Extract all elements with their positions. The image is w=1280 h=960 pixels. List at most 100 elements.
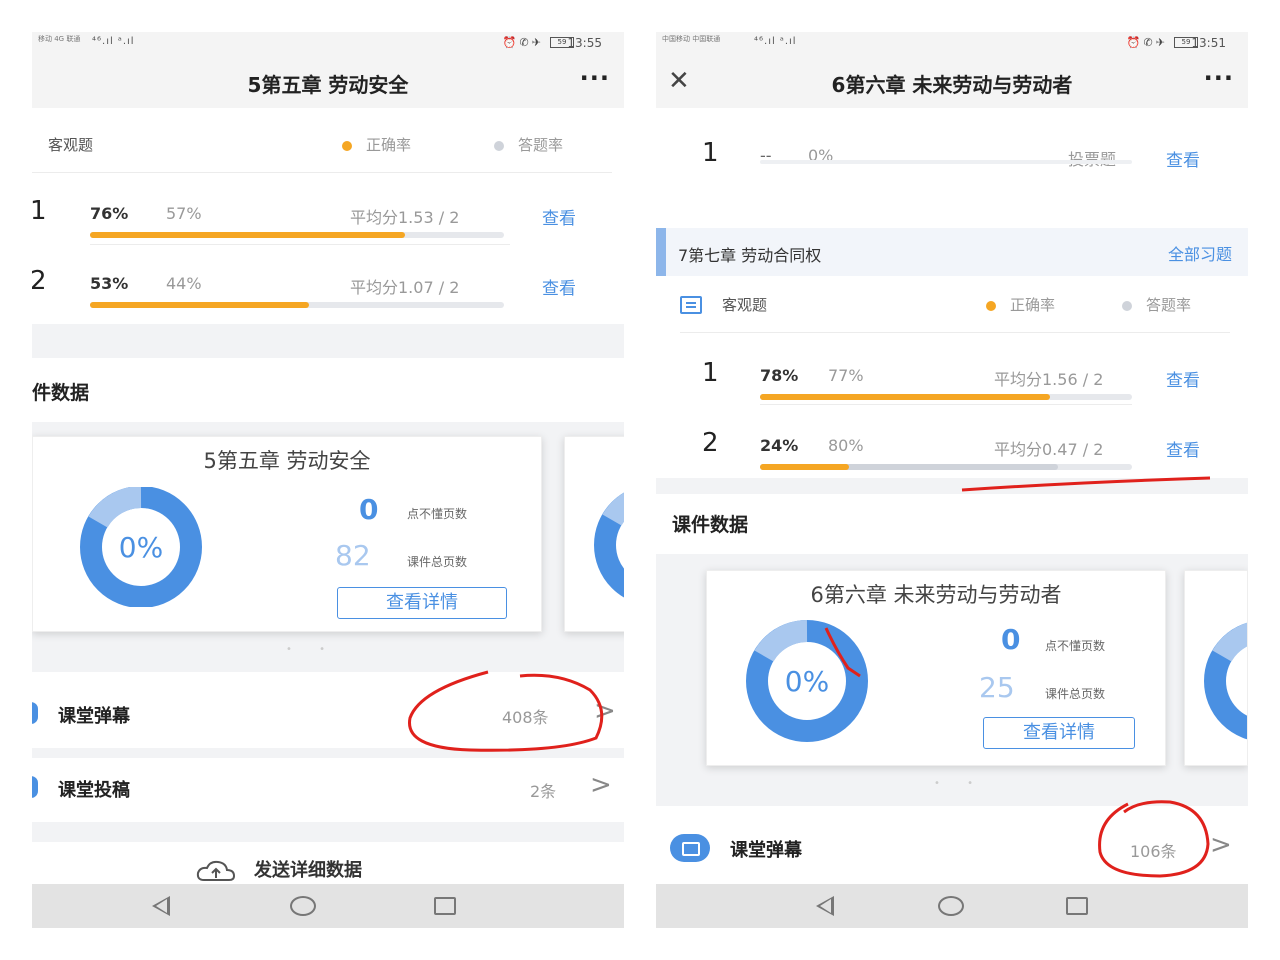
courseware-card[interactable]: 5第五章 劳动安全 0% 0 点不懂页数 82 课件总页数 查看详情 bbox=[32, 436, 542, 632]
send-data-row[interactable]: 发送详细数据 bbox=[32, 848, 624, 888]
view-details-button[interactable]: 查看详情 bbox=[337, 587, 507, 619]
card-title: 5第五章 劳动安全 bbox=[203, 449, 371, 473]
view-link[interactable]: 查看 bbox=[542, 274, 576, 299]
correct-rate: 76% bbox=[90, 204, 129, 223]
objective-header: 客观题 正确率 答题率 bbox=[32, 124, 624, 164]
divider bbox=[680, 332, 1230, 333]
question-number: 1 bbox=[702, 358, 719, 388]
progress-track bbox=[760, 160, 1132, 164]
recent-apps-icon[interactable] bbox=[434, 897, 456, 915]
courseware-card[interactable]: 6第六章 未来劳动与劳动者 0% 0 点不懂页数 25 课件总页数 查看详情 bbox=[706, 570, 1166, 766]
chapter-header: 7第七章 劳动合同权 全部习题 bbox=[656, 228, 1248, 276]
danmu-icon bbox=[670, 834, 710, 862]
legend-correct: 正确率 bbox=[986, 294, 1055, 315]
list-item-tougao[interactable]: 课堂投稿 2条 > bbox=[32, 758, 624, 818]
objective-label: 客观题 bbox=[722, 296, 768, 314]
title-bar: ✕ 6第六章 未来劳动与劳动者 ··· bbox=[656, 54, 1248, 108]
status-time: 13:51 bbox=[1191, 36, 1226, 50]
total-pages-label: 课件总页数 bbox=[407, 555, 468, 569]
correct-rate: 24% bbox=[760, 436, 799, 455]
correct-rate-bar bbox=[760, 464, 850, 470]
donut-chart: 0% bbox=[746, 620, 868, 742]
donut-chart-peek bbox=[1204, 622, 1247, 740]
progress-track bbox=[760, 394, 1132, 400]
next-card-peek[interactable] bbox=[1184, 570, 1248, 766]
average-score: 平均分1.07 / 2 bbox=[350, 278, 460, 297]
tougao-label: 课堂投稿 bbox=[58, 780, 130, 801]
correct-rate: 78% bbox=[760, 366, 799, 385]
average-score: 平均分0.47 / 2 bbox=[994, 440, 1104, 459]
divider bbox=[32, 172, 612, 173]
progress-track bbox=[760, 464, 1132, 470]
confused-pages-label: 点不懂页数 bbox=[1045, 639, 1106, 653]
gray-dot-icon bbox=[1122, 300, 1132, 311]
average-score: 平均分1.56 / 2 bbox=[994, 370, 1104, 389]
question-number: 2 bbox=[32, 266, 47, 296]
question-row[interactable]: 1 76% 57% 平均分1.53 / 2 查看 bbox=[32, 182, 624, 252]
tougao-count: 2条 bbox=[530, 782, 557, 801]
donut-percent: 0% bbox=[119, 531, 163, 564]
legend-answer: 答题率 bbox=[1122, 294, 1191, 315]
page-title: 6第六章 未来劳动与劳动者 bbox=[831, 73, 1073, 97]
donut-segment bbox=[88, 487, 142, 529]
danmu-label: 课堂弹幕 bbox=[58, 706, 130, 727]
back-icon[interactable] bbox=[816, 896, 834, 916]
answer-rate: 80% bbox=[828, 436, 864, 455]
question-number: 1 bbox=[702, 138, 719, 168]
row-gap bbox=[32, 748, 624, 758]
legend-correct: 正确率 bbox=[342, 134, 411, 155]
vote-question-row[interactable]: 1 -- 0% 投票题 查看 bbox=[656, 124, 1248, 194]
donut-chart: 0% bbox=[80, 487, 202, 607]
danmu-count: 408条 bbox=[502, 708, 549, 727]
list-item-danmu[interactable]: 课堂弹幕 106条 > bbox=[656, 818, 1248, 878]
carrier-text: 中国移动 中国联通 bbox=[662, 35, 721, 43]
correct-rate-bar bbox=[760, 394, 1051, 400]
question-number: 1 bbox=[32, 196, 47, 226]
pager-dots: • • bbox=[286, 644, 337, 655]
danmu-icon bbox=[32, 702, 38, 724]
status-bar: 移动 4G 联通 ⁴⁶.ıl ᵃ.ıl ⏰✆✈ 59 13:55 bbox=[32, 32, 624, 54]
objective-header: 客观题 正确率 答题率 bbox=[656, 284, 1248, 324]
answer-rate: 77% bbox=[828, 366, 864, 385]
document-icon bbox=[680, 296, 702, 314]
view-link[interactable]: 查看 bbox=[1166, 146, 1200, 171]
view-link[interactable]: 查看 bbox=[542, 204, 576, 229]
card-title: 6第六章 未来劳动与劳动者 bbox=[810, 583, 1062, 607]
donut-segment bbox=[754, 620, 808, 663]
orange-dot-icon bbox=[342, 140, 352, 151]
chevron-right-icon: > bbox=[590, 770, 612, 800]
tougao-icon bbox=[32, 776, 38, 798]
chapter-title: 7第七章 劳动合同权 bbox=[678, 246, 822, 265]
question-number: 2 bbox=[702, 428, 719, 458]
home-icon[interactable] bbox=[938, 896, 964, 916]
question-row[interactable]: 2 53% 44% 平均分1.07 / 2 查看 bbox=[32, 252, 624, 322]
home-icon[interactable] bbox=[290, 896, 316, 916]
more-icon[interactable]: ··· bbox=[580, 64, 610, 92]
view-details-button[interactable]: 查看详情 bbox=[983, 717, 1135, 749]
back-icon[interactable] bbox=[152, 896, 170, 916]
donut-percent: 0% bbox=[785, 665, 829, 698]
objective-label: 客观题 bbox=[48, 136, 94, 154]
orange-dot-icon bbox=[986, 300, 996, 311]
question-row[interactable]: 2 24% 80% 平均分0.47 / 2 查看 bbox=[656, 414, 1248, 484]
list-item-danmu[interactable]: 课堂弹幕 408条 > bbox=[32, 684, 624, 744]
chevron-right-icon: > bbox=[594, 696, 616, 726]
system-icons: ⏰✆✈ bbox=[1126, 36, 1168, 49]
confused-pages-count: 0 bbox=[1001, 623, 1021, 656]
view-link[interactable]: 查看 bbox=[1166, 366, 1200, 391]
title-bar: 5第五章 劳动安全 ··· bbox=[32, 54, 624, 108]
section-gap bbox=[32, 324, 624, 358]
divider bbox=[90, 244, 510, 245]
status-time: 13:55 bbox=[567, 36, 602, 50]
chapter-accent bbox=[656, 228, 666, 276]
more-icon[interactable]: ··· bbox=[1204, 64, 1234, 92]
system-icons: ⏰✆✈ bbox=[502, 36, 544, 49]
confused-pages-label: 点不懂页数 bbox=[407, 507, 468, 521]
next-card-peek[interactable] bbox=[564, 436, 624, 632]
all-exercises-link[interactable]: 全部习题 bbox=[1168, 241, 1232, 265]
view-link[interactable]: 查看 bbox=[1166, 436, 1200, 461]
donut-chart-peek bbox=[594, 492, 624, 598]
pager-dots: • • bbox=[934, 778, 985, 789]
danmu-count: 106条 bbox=[1130, 842, 1177, 861]
recent-apps-icon[interactable] bbox=[1066, 897, 1088, 915]
